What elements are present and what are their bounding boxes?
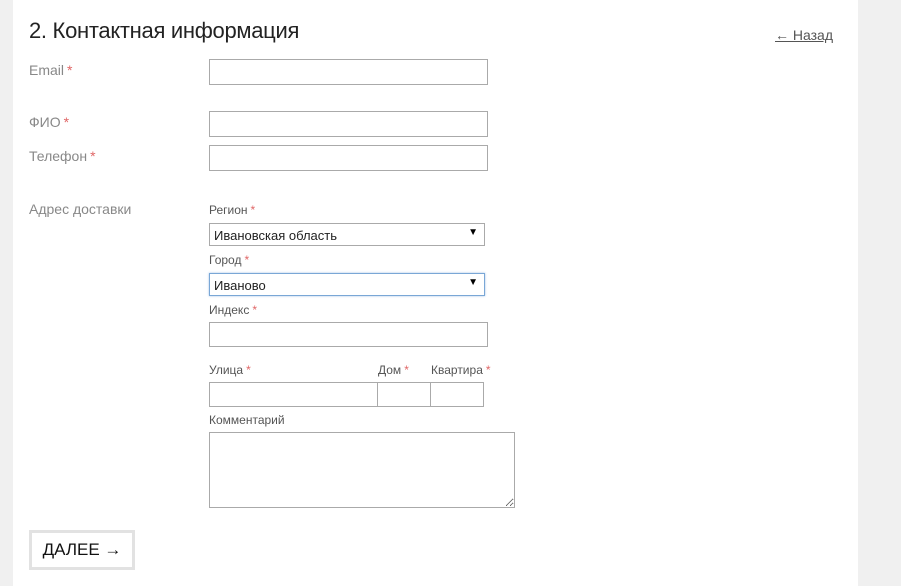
index-label-text: Индекс	[209, 303, 250, 317]
house-label-text: Дом	[378, 363, 402, 377]
street-label-text: Улица	[209, 363, 244, 377]
city-label-text: Город	[209, 253, 242, 267]
email-label-text: Email	[29, 62, 65, 78]
comment-label: Комментарий	[209, 413, 285, 427]
email-input[interactable]	[209, 59, 488, 85]
index-label: Индекс *	[209, 303, 257, 317]
back-link[interactable]: ← Назад	[775, 27, 833, 43]
apartment-input[interactable]	[430, 382, 484, 407]
required-mark: *	[244, 253, 250, 267]
region-select[interactable]: Ивановская область ▼	[209, 223, 485, 246]
street-label: Улица *	[209, 363, 251, 377]
fio-label-text: ФИО	[29, 114, 61, 130]
delivery-address-label: Адрес доставки	[29, 201, 132, 217]
fio-input[interactable]	[209, 111, 488, 137]
street-input[interactable]	[209, 382, 378, 407]
required-mark: *	[67, 62, 73, 78]
chevron-down-icon: ▼	[468, 277, 478, 288]
region-label-text: Регион	[209, 203, 248, 217]
chevron-down-icon: ▼	[468, 227, 478, 238]
contact-info-panel: 2. Контактная информация ← Назад Email * …	[13, 0, 858, 586]
required-mark: *	[246, 363, 251, 377]
fio-label: ФИО *	[29, 114, 69, 130]
phone-label-text: Телефон	[29, 148, 88, 164]
city-select-value: Иваново	[214, 278, 266, 293]
required-mark: *	[485, 363, 491, 377]
house-input[interactable]	[377, 382, 431, 407]
phone-label: Телефон *	[29, 148, 96, 164]
phone-input[interactable]	[209, 145, 488, 171]
email-label: Email *	[29, 62, 72, 78]
region-select-value: Ивановская область	[214, 228, 337, 243]
section-title: 2. Контактная информация	[29, 18, 300, 43]
apartment-label-text: Квартира	[431, 363, 483, 377]
comment-textarea[interactable]	[209, 432, 515, 508]
apartment-label: Квартира *	[431, 363, 491, 377]
required-mark: *	[63, 114, 70, 130]
next-button[interactable]: ДАЛЕЕ →	[29, 530, 135, 570]
required-mark: *	[90, 148, 96, 164]
required-mark: *	[404, 363, 409, 377]
city-label: Город *	[209, 253, 249, 267]
city-select[interactable]: Иваново ▼	[209, 273, 485, 296]
house-label: Дом *	[378, 363, 409, 377]
region-label: Регион *	[209, 203, 255, 217]
required-mark: *	[250, 203, 256, 217]
index-input[interactable]	[209, 322, 488, 347]
required-mark: *	[252, 303, 257, 317]
